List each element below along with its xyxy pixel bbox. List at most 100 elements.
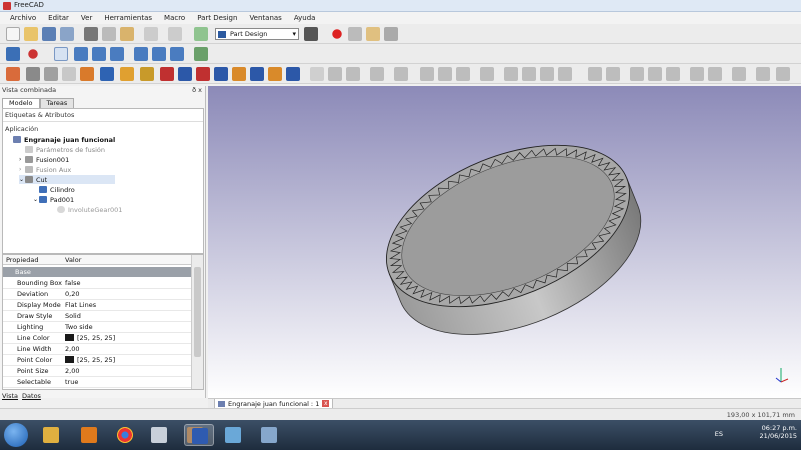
multi-transform-icon[interactable] (286, 67, 300, 81)
tab-datos[interactable]: Datos (22, 392, 41, 400)
property-group-base[interactable]: Base (3, 267, 191, 277)
menu-macro[interactable]: Macro (158, 14, 191, 22)
pocket-icon[interactable] (100, 67, 114, 81)
edit-macro-icon[interactable] (366, 27, 380, 41)
constrain-horizontal-icon[interactable] (630, 67, 644, 81)
tree-item-cut[interactable]: ⌄ Cut (19, 175, 115, 184)
clock-date[interactable]: 21/06/2015 (760, 432, 797, 440)
scaled-icon[interactable] (268, 67, 282, 81)
taskbar-explorer[interactable] (36, 424, 66, 446)
start-button-icon[interactable] (4, 423, 28, 447)
menu-archivo[interactable]: Archivo (4, 14, 42, 22)
view-sketch-icon[interactable] (44, 67, 58, 81)
left-view-icon[interactable] (170, 47, 184, 61)
taskbar-image-viewer[interactable] (254, 424, 284, 446)
sketch-line-icon[interactable] (328, 67, 342, 81)
polar-pattern-icon[interactable] (250, 67, 264, 81)
mirrored-icon[interactable] (214, 67, 228, 81)
record-macro-icon[interactable] (330, 27, 344, 41)
property-row[interactable]: Line Width 2,00 (3, 344, 191, 355)
property-row[interactable]: Point Color [25, 25, 25] (3, 355, 191, 366)
refresh-icon[interactable] (194, 27, 208, 41)
property-row[interactable]: Draw Style Solid (3, 311, 191, 322)
chamfer-icon[interactable] (178, 67, 192, 81)
map-sketch-icon[interactable] (62, 67, 76, 81)
clock-time[interactable]: 06:27 p.m. (760, 424, 797, 432)
cut-icon[interactable] (84, 27, 98, 41)
right-view-icon[interactable] (110, 47, 124, 61)
menu-ver[interactable]: Ver (75, 14, 98, 22)
save-icon[interactable] (42, 27, 56, 41)
fillet-icon[interactable] (160, 67, 174, 81)
paste-icon[interactable] (120, 27, 134, 41)
sketch-trim-icon[interactable] (522, 67, 536, 81)
redo-icon[interactable] (168, 27, 182, 41)
constrain-equal-icon[interactable] (690, 67, 704, 81)
tree-item-pad001[interactable]: ⌄ Pad001 (33, 195, 74, 204)
constrain-perpendicular-icon[interactable] (666, 67, 680, 81)
rear-view-icon[interactable] (134, 47, 148, 61)
pad-icon[interactable] (80, 67, 94, 81)
sketch-slot-icon[interactable] (480, 67, 494, 81)
taskbar-paint[interactable] (218, 424, 248, 446)
taskbar-freecad[interactable] (184, 424, 214, 446)
sketch-point-icon[interactable] (310, 67, 324, 81)
taskbar-calculator[interactable] (144, 424, 174, 446)
taskbar-media-player[interactable] (74, 424, 104, 446)
language-indicator[interactable]: ES (715, 430, 723, 438)
constrain-distance-icon[interactable] (776, 67, 790, 81)
property-row[interactable]: Line Color [25, 25, 25] (3, 333, 191, 344)
copy-icon[interactable] (102, 27, 116, 41)
taskbar-chrome[interactable] (110, 424, 140, 446)
tree-item-involute-gear[interactable]: InvoluteGear001 (57, 205, 122, 214)
draft-icon[interactable] (196, 67, 210, 81)
menu-herramientas[interactable]: Herramientas (98, 14, 158, 22)
constrain-lock-icon[interactable] (756, 67, 770, 81)
property-row[interactable]: Selectable true (3, 377, 191, 388)
sketch-polyline-icon[interactable] (420, 67, 434, 81)
3d-view[interactable] (208, 86, 801, 398)
construction-mode-icon[interactable] (558, 67, 572, 81)
property-scrollbar[interactable] (191, 255, 203, 389)
sketch-icon[interactable] (6, 67, 20, 81)
sketch-polygon-icon[interactable] (456, 67, 470, 81)
tab-vista[interactable]: Vista (2, 392, 18, 400)
property-row[interactable]: Display Mode Flat Lines (3, 300, 191, 311)
tree-item-fusion001[interactable]: › Fusion001 (19, 155, 69, 164)
workbench-select[interactable]: Part Design ▾ (215, 28, 299, 40)
menu-ayuda[interactable]: Ayuda (288, 14, 322, 22)
property-row[interactable]: Bounding Box false (3, 278, 191, 289)
bottom-view-icon[interactable] (152, 47, 166, 61)
close-icon[interactable]: x (322, 400, 330, 407)
constrain-parallel-icon[interactable] (648, 67, 662, 81)
whats-this-icon[interactable] (304, 27, 318, 41)
linear-pattern-icon[interactable] (232, 67, 246, 81)
constrain-vertical-icon[interactable] (606, 67, 620, 81)
sketch-external-icon[interactable] (540, 67, 554, 81)
axonometric-view-icon[interactable] (54, 47, 68, 61)
constrain-coincident-icon[interactable] (588, 67, 602, 81)
property-row[interactable]: Lighting Two side (3, 322, 191, 333)
groove-icon[interactable] (140, 67, 154, 81)
sketch-fillet-icon[interactable] (504, 67, 518, 81)
dock-controls[interactable]: ð x (192, 86, 202, 94)
tab-modelo[interactable]: Modelo (2, 98, 40, 108)
property-row[interactable]: Deviation 0,20 (3, 289, 191, 300)
top-view-icon[interactable] (92, 47, 106, 61)
constrain-tangent-icon[interactable] (708, 67, 722, 81)
leave-sketch-icon[interactable] (26, 67, 40, 81)
stop-macro-icon[interactable] (348, 27, 362, 41)
menu-editar[interactable]: Editar (42, 14, 75, 22)
front-view-icon[interactable] (74, 47, 88, 61)
tree-item-cilindro[interactable]: Cilindro (39, 185, 75, 194)
scrollbar-thumb[interactable] (194, 267, 201, 357)
menu-part-design[interactable]: Part Design (191, 14, 243, 22)
undo-icon[interactable] (144, 27, 158, 41)
tab-tareas[interactable]: Tareas (39, 98, 75, 108)
sketch-rectangle-icon[interactable] (438, 67, 452, 81)
play-macro-icon[interactable] (384, 27, 398, 41)
menu-ventanas[interactable]: Ventanas (243, 14, 287, 22)
sketch-arc-icon[interactable] (346, 67, 360, 81)
tree-item-fusion-aux[interactable]: › Fusion Aux (19, 165, 71, 174)
new-file-icon[interactable] (6, 27, 20, 41)
